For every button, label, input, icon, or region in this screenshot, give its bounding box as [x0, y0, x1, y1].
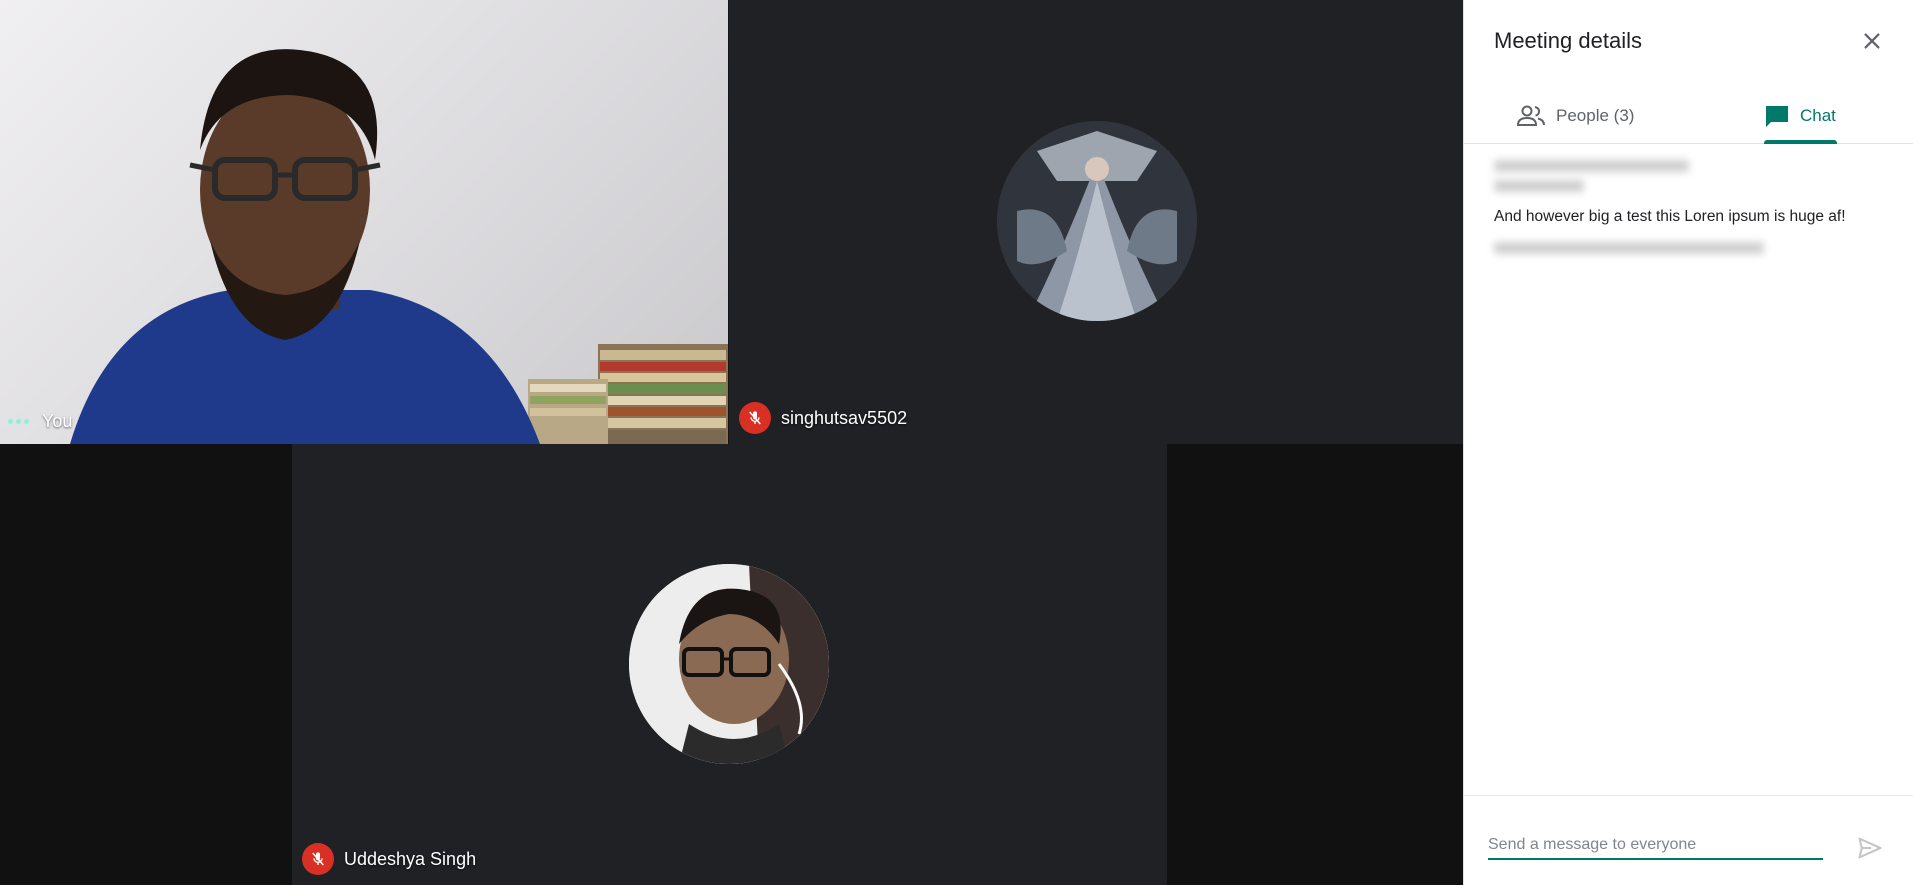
- chat-icon: [1766, 106, 1788, 127]
- participant-label: singhutsav5502: [781, 407, 908, 428]
- participant-tile-you[interactable]: You: [0, 0, 728, 444]
- redacted-message: [1494, 180, 1584, 192]
- participant-label: Uddeshya Singh: [344, 848, 477, 869]
- tab-chat-label: Chat: [1800, 106, 1836, 125]
- chat-message: And however big a test this Loren ipsum …: [1494, 208, 1846, 225]
- mic-off-icon: [302, 843, 334, 875]
- video-stage: You singhutsav5502 Uddeshya Singh: [0, 0, 1463, 885]
- participant-tile-uddeshya-singh[interactable]: Uddeshya Singh: [292, 444, 1167, 885]
- avatar: [997, 121, 1197, 321]
- panel-tabs: People (3) Chat: [1464, 88, 1913, 144]
- tab-people[interactable]: People (3): [1516, 88, 1634, 144]
- redacted-message: [1494, 242, 1764, 254]
- people-icon: [1516, 105, 1545, 126]
- active-tab-indicator: [1764, 140, 1837, 144]
- panel-title: Meeting details: [1494, 28, 1642, 53]
- participant-tile-singhutsav5502[interactable]: singhutsav5502: [728, 0, 1463, 444]
- close-button[interactable]: [1857, 26, 1887, 56]
- tab-people-label: People (3): [1556, 106, 1635, 125]
- participant-label: You: [42, 411, 73, 431]
- more-dots-icon[interactable]: [8, 419, 32, 424]
- chat-messages: And however big a test this Loren ipsum …: [1494, 160, 1894, 262]
- participant-name-singhutsav5502: singhutsav5502: [739, 402, 907, 434]
- avatar-image: [997, 121, 1197, 321]
- tab-chat[interactable]: Chat: [1764, 88, 1836, 144]
- send-icon[interactable]: [1856, 834, 1884, 862]
- close-icon: [1864, 33, 1880, 49]
- message-input[interactable]: [1488, 832, 1823, 860]
- chat-composer: [1464, 795, 1913, 885]
- redacted-sender: [1494, 160, 1689, 172]
- avatar: [629, 564, 829, 764]
- avatar-image: [629, 564, 829, 764]
- mic-off-icon: [739, 402, 771, 434]
- meeting-details-panel: Meeting details People (3) Chat And howe…: [1463, 0, 1913, 885]
- participant-name-you: You: [8, 411, 72, 432]
- webcam-person-graphic: [70, 49, 540, 444]
- participant-name-uddeshya-singh: Uddeshya Singh: [302, 843, 476, 875]
